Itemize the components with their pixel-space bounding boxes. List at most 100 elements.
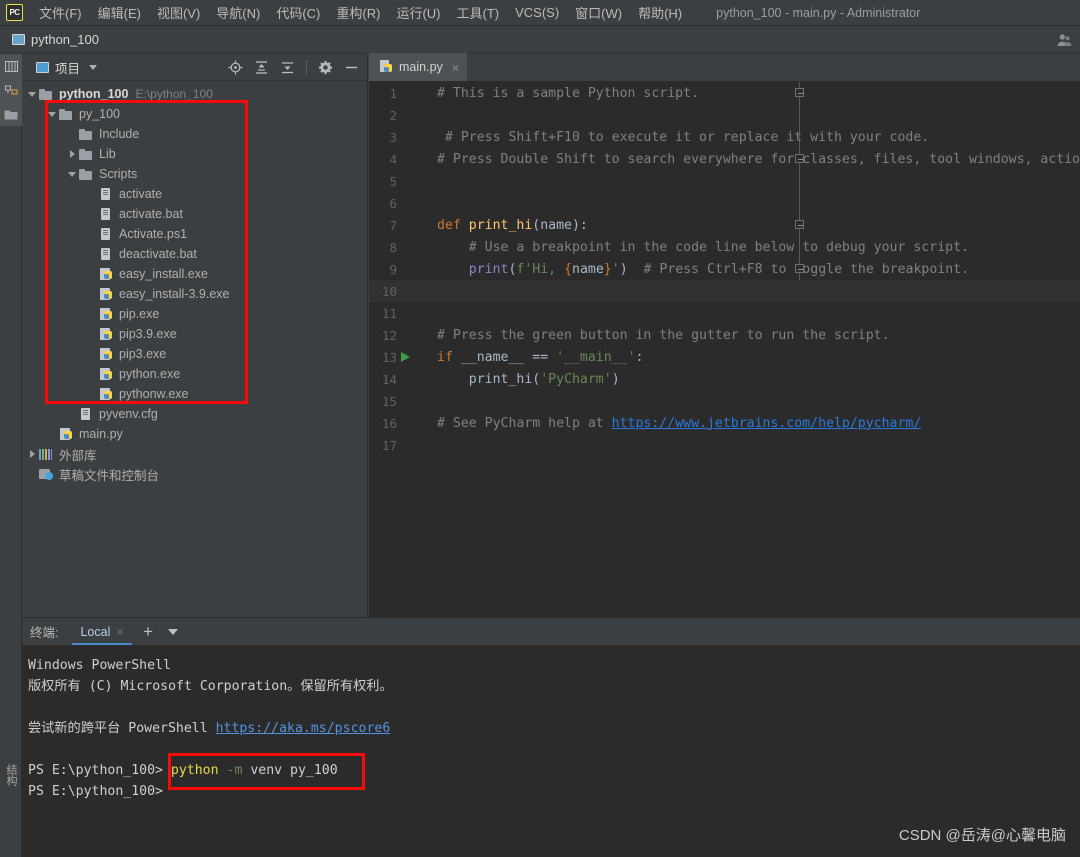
tree-item-python-100[interactable]: python_100 E:\python_100 [22,84,367,104]
code-line[interactable]: 2 [369,104,1080,126]
editor-gutter[interactable] [401,148,431,170]
tree-item-easy-install-exe[interactable]: easy_install.exe [22,264,367,284]
tool-button-structure[interactable] [0,78,22,102]
user-account-icon[interactable] [1056,32,1072,48]
code-line[interactable]: 14 print_hi('PyCharm') [369,368,1080,390]
chevron-down-icon[interactable] [167,628,178,635]
code-line[interactable]: 1 # This is a sample Python script. [369,82,1080,104]
editor-gutter[interactable] [401,412,431,434]
collapse-all-icon[interactable] [280,60,295,75]
editor-gutter[interactable] [401,104,431,126]
code-line[interactable]: 15 [369,390,1080,412]
folder-icon [38,87,54,101]
menu-tools[interactable]: 工具(T) [448,0,507,25]
tree-item-pip3-exe[interactable]: pip3.exe [22,344,367,364]
code-editor[interactable]: 1 # This is a sample Python script. 2 3 # P… [369,82,1080,617]
menu-vcs[interactable]: VCS(S) [507,2,567,23]
python-file-icon [98,327,114,341]
tree-item-python-exe[interactable]: python.exe [22,364,367,384]
fold-marker-icon[interactable] [795,264,804,273]
code-line[interactable]: 10 [369,280,1080,302]
chevron-down-icon[interactable] [26,88,38,100]
code-line[interactable]: 16 # See PyCharm help at https://www.jetb… [369,412,1080,434]
tree-item-pip3-9-exe[interactable]: pip3.9.exe [22,324,367,344]
editor-gutter[interactable] [401,324,431,346]
code-line[interactable]: 7 def print_hi(name): [369,214,1080,236]
editor-gutter[interactable] [401,302,431,324]
menu-code[interactable]: 代码(C) [268,0,328,25]
code-line[interactable]: 9 print(f'Hi, {name}') # Press Ctrl+F8 t… [369,258,1080,280]
fold-marker-icon[interactable] [795,220,804,229]
editor-gutter[interactable] [401,258,431,280]
menu-run[interactable]: 运行(U) [388,0,448,25]
tab-main-py[interactable]: main.py × [369,53,468,81]
tool-button-files[interactable] [0,102,22,126]
chevron-down-icon[interactable] [89,64,98,70]
tree-item-include[interactable]: Include [22,124,367,144]
chevron-down-icon[interactable] [46,108,58,120]
code-line[interactable]: 6 [369,192,1080,214]
tree-item-activate-bat[interactable]: activate.bat [22,204,367,224]
locate-icon[interactable] [228,60,243,75]
tree-item-py-100[interactable]: py_100 [22,104,367,124]
code-line[interactable]: 12 # Press the green button in the gutter… [369,324,1080,346]
terminal-link[interactable]: https://aka.ms/pscore6 [216,721,391,736]
breadcrumb[interactable]: python_100 [31,32,99,47]
code-line[interactable]: 3 # Press Shift+F10 to execute it or rep… [369,126,1080,148]
code-line[interactable]: 13 if __name__ == '__main__': [369,346,1080,368]
chevron-right-icon[interactable] [26,448,38,460]
editor-gutter[interactable] [401,126,431,148]
code-line[interactable]: 5 [369,170,1080,192]
editor-gutter[interactable] [401,280,431,302]
menu-window[interactable]: 窗口(W) [567,0,630,25]
menu-edit[interactable]: 编辑(E) [90,0,149,25]
tree-item-easy-install-3-9-exe[interactable]: easy_install-3.9.exe [22,284,367,304]
editor-gutter[interactable] [401,170,431,192]
tree-item-pythonw-exe[interactable]: pythonw.exe [22,384,367,404]
code-line[interactable]: 8 # Use a breakpoint in the code line be… [369,236,1080,258]
structure-vertical-label[interactable]: 结构 [3,764,19,786]
fold-marker-icon[interactable] [795,154,804,163]
menu-refactor[interactable]: 重构(R) [328,0,388,25]
code-line[interactable]: 4 # Press Double Shift to search everywhe… [369,148,1080,170]
editor-gutter[interactable] [401,368,431,390]
hide-panel-icon[interactable] [344,60,359,75]
chevron-right-icon[interactable] [66,148,78,160]
editor-gutter[interactable] [401,192,431,214]
editor-gutter[interactable] [401,236,431,258]
tree-item-pyvenv-cfg[interactable]: pyvenv.cfg [22,404,367,424]
menu-navigate[interactable]: 导航(N) [208,0,268,25]
editor-gutter[interactable] [401,434,431,456]
editor-gutter[interactable] [401,346,431,368]
chevron-down-icon[interactable] [66,168,78,180]
tree-item-pip-exe[interactable]: pip.exe [22,304,367,324]
expand-all-icon[interactable] [254,60,269,75]
tree-item-main-py[interactable]: main.py [22,424,367,444]
fold-marker-icon[interactable] [795,88,804,97]
editor-gutter[interactable] [401,82,431,104]
code-line[interactable]: 17 [369,434,1080,456]
terminal-tab-local[interactable]: Local × [72,618,133,645]
editor-gutter[interactable] [401,214,431,236]
add-terminal-button[interactable]: + [136,623,160,640]
settings-gear-icon[interactable] [318,60,333,75]
tree-item-activate[interactable]: activate [22,184,367,204]
close-icon[interactable]: × [452,60,460,75]
code-token[interactable]: https://www.jetbrains.com/help/pycharm/ [612,416,922,431]
tree-item-deactivate-bat[interactable]: deactivate.bat [22,244,367,264]
menu-help[interactable]: 帮助(H) [630,0,690,25]
tree-item-scripts[interactable]: Scripts [22,164,367,184]
menu-file[interactable]: 文件(F) [31,0,90,25]
tree-item--[interactable]: 外部库 [22,444,367,464]
tree-item-activate-ps1[interactable]: Activate.ps1 [22,224,367,244]
code-line[interactable]: 11 [369,302,1080,324]
tree-item-lib[interactable]: Lib [22,144,367,164]
tree-item--[interactable]: 草稿文件和控制台 [22,464,367,484]
tree-item-label: Activate.ps1 [119,227,188,241]
menu-view[interactable]: 视图(V) [149,0,208,25]
tool-button-project[interactable] [0,54,22,78]
run-script-icon[interactable] [401,352,410,362]
editor-gutter[interactable] [401,390,431,412]
close-icon[interactable]: × [116,624,124,639]
